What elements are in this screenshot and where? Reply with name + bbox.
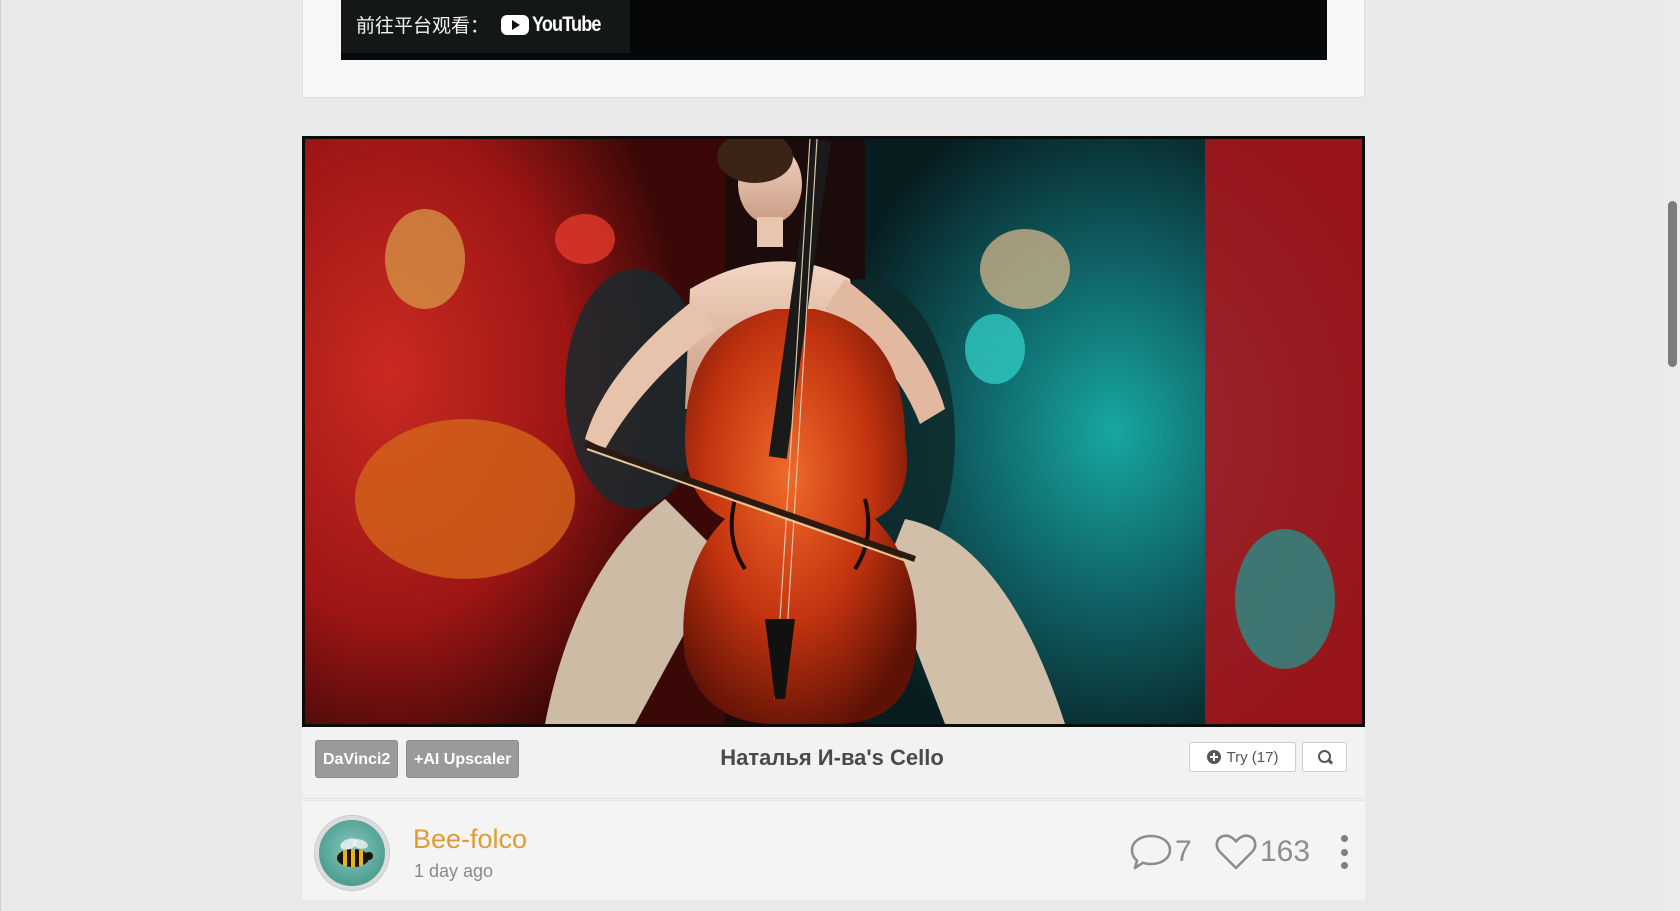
comments-button[interactable]: 7	[1129, 829, 1192, 875]
youtube-logo: YouTube	[501, 13, 612, 37]
page-background: 前往平台观看： YouTube DaVinci2 +AI Upscaler На…	[0, 0, 1680, 911]
video-player[interactable]: 前往平台观看： YouTube	[341, 0, 1327, 60]
vertical-ellipsis-icon	[1340, 835, 1348, 842]
artwork-painting	[305, 139, 1362, 724]
like-button[interactable]: 163	[1214, 829, 1310, 875]
author-name-link[interactable]: Bee-folco	[413, 824, 527, 855]
author-avatar[interactable]	[315, 816, 389, 890]
youtube-wordmark: YouTube	[532, 12, 601, 36]
search-button[interactable]	[1302, 742, 1347, 772]
try-button-label: Try (17)	[1226, 748, 1279, 766]
watch-on-label: 前往平台观看：	[356, 15, 490, 37]
more-options-button[interactable]	[1337, 835, 1351, 869]
author-bar: Bee-folco 1 day ago 7 163	[302, 800, 1365, 900]
vertical-ellipsis-dot	[1340, 862, 1348, 869]
post-card: DaVinci2 +AI Upscaler Наталья И-ва's Cel…	[302, 136, 1365, 900]
likes-count: 163	[1260, 835, 1311, 868]
page-scrollbar[interactable]	[1664, 0, 1680, 911]
post-timestamp: 1 day ago	[414, 861, 494, 881]
plus-circle-icon	[1206, 750, 1221, 764]
youtube-play-icon	[501, 14, 530, 35]
search-icon	[1317, 749, 1333, 765]
watch-on-youtube-button[interactable]: 前往平台观看： YouTube	[341, 0, 630, 53]
bee-icon	[337, 838, 373, 867]
post-artwork-image[interactable]	[302, 136, 1365, 727]
comments-count: 7	[1175, 835, 1192, 868]
try-button[interactable]: Try (17)	[1189, 742, 1296, 772]
speech-bubble-icon	[1130, 834, 1172, 870]
video-embed-card: 前往平台观看： YouTube	[302, 0, 1365, 98]
post-title[interactable]: Наталья И-ва's Cello	[622, 745, 1042, 771]
scrollbar-thumb[interactable]	[1668, 201, 1677, 367]
heart-icon	[1215, 834, 1257, 870]
tag-model[interactable]: DaVinci2	[315, 740, 399, 778]
tag-upscaler[interactable]: +AI Upscaler	[406, 740, 520, 778]
vertical-ellipsis-dot	[1340, 848, 1348, 856]
